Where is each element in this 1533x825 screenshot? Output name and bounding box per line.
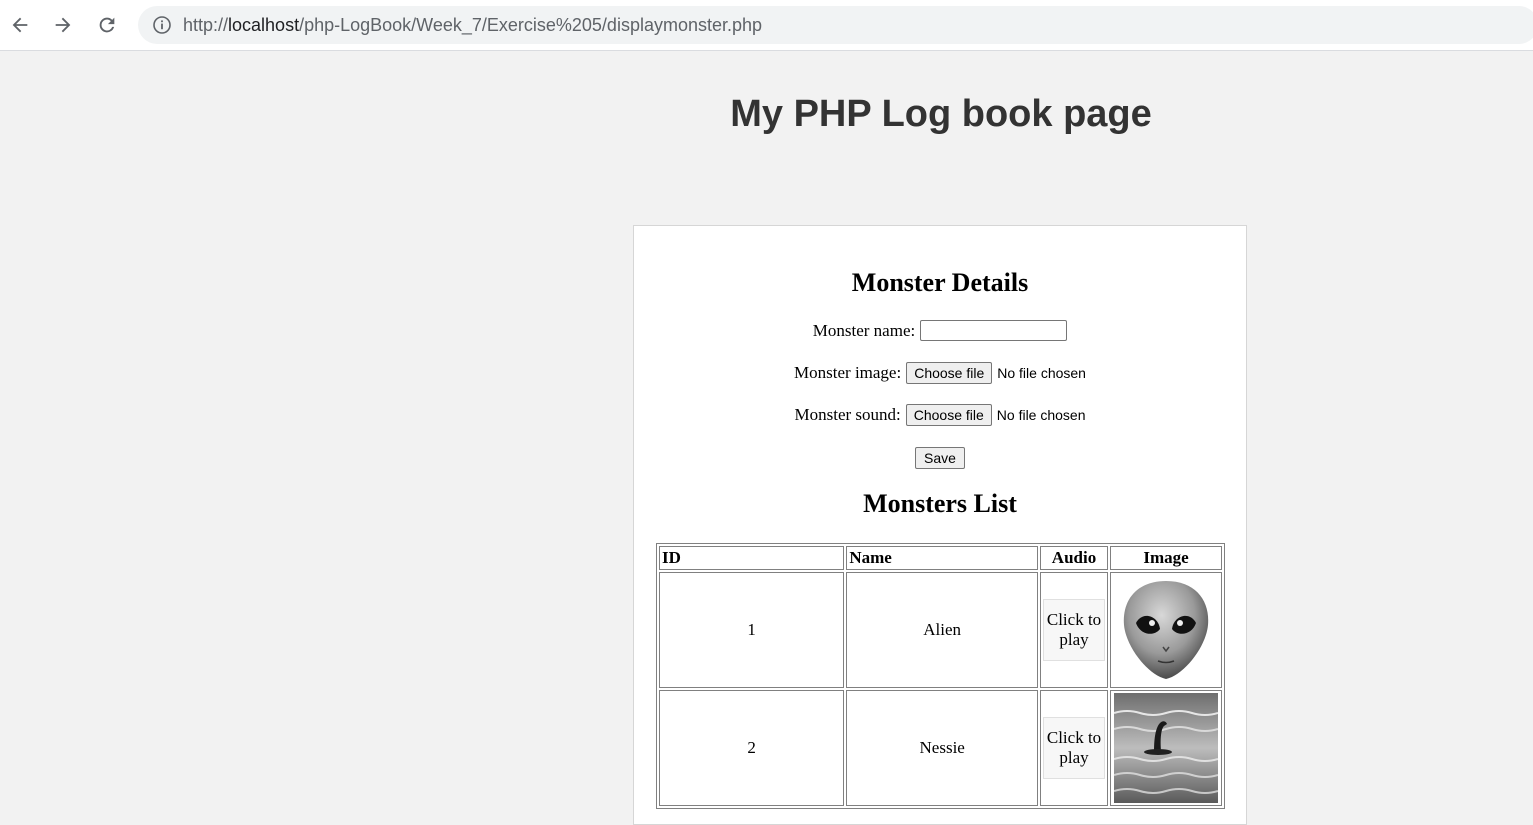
address-bar[interactable]: http://localhost/php-LogBook/Week_7/Exer… <box>138 6 1533 44</box>
column-header-id: ID <box>659 546 845 570</box>
forward-button[interactable] <box>47 9 79 41</box>
monster-sound-status: No file chosen <box>996 407 1086 423</box>
monster-image-row: Monster image: Choose file No file chose… <box>634 362 1246 384</box>
monster-name-label: Monster name: <box>812 320 916 340</box>
monster-sound-choose-button[interactable]: Choose file <box>905 404 992 426</box>
save-row: Save <box>634 447 1246 469</box>
monster-image-status: No file chosen <box>997 365 1086 381</box>
reload-button[interactable] <box>91 9 123 41</box>
table-row: 2 Nessie Click to play <box>659 690 1222 806</box>
row-audio-cell: Click to play <box>1040 572 1109 688</box>
tab-strip-edge <box>1248 0 1533 3</box>
arrow-left-icon <box>12 17 28 33</box>
monster-image-choose-button[interactable]: Choose file <box>906 362 993 384</box>
url-path: /php-LogBook/Week_7/Exercise%205/display… <box>299 14 763 35</box>
play-audio-button[interactable]: Click to play <box>1043 717 1106 779</box>
monster-details-heading: Monster Details <box>851 268 1029 297</box>
alien-head-image <box>1114 575 1218 685</box>
row-name-cell: Alien <box>846 572 1039 688</box>
play-audio-button[interactable]: Click to play <box>1043 599 1106 661</box>
monster-name-row: Monster name: <box>634 320 1246 341</box>
loch-ness-monster-image <box>1114 693 1218 803</box>
url-host: localhost <box>228 14 300 35</box>
monsters-table: ID Name Audio Image 1 Alien Click to pla… <box>656 543 1225 809</box>
monsters-list-heading: Monsters List <box>863 489 1017 518</box>
table-header-row: ID Name Audio Image <box>659 546 1222 570</box>
tab-strip-edge <box>920 0 990 3</box>
row-id-cell: 2 <box>659 690 845 806</box>
back-button[interactable] <box>4 9 36 41</box>
row-image-cell <box>1110 572 1222 688</box>
table-row: 1 Alien Click to play <box>659 572 1222 688</box>
arrow-right-icon <box>55 17 71 33</box>
row-audio-cell: Click to play <box>1040 690 1109 806</box>
url-scheme: http:// <box>183 14 229 35</box>
monster-sound-label: Monster sound: <box>794 405 901 424</box>
monster-image-label: Monster image: <box>794 363 902 382</box>
page-title: My PHP Log book page <box>730 93 1152 135</box>
monster-panel: Monster Details Monster name: Monster im… <box>633 225 1247 825</box>
column-header-name: Name <box>846 546 1039 570</box>
reload-icon <box>99 17 115 33</box>
save-button[interactable]: Save <box>915 447 965 469</box>
row-name-cell: Nessie <box>846 690 1039 806</box>
info-circle-icon[interactable] <box>152 15 172 35</box>
row-image-cell <box>1110 690 1222 806</box>
monster-name-input[interactable] <box>920 320 1068 341</box>
row-id-cell: 1 <box>659 572 845 688</box>
browser-toolbar: http://localhost/php-LogBook/Week_7/Exer… <box>0 0 1533 51</box>
column-header-image: Image <box>1110 546 1222 570</box>
monster-sound-row: Monster sound: Choose file No file chose… <box>634 404 1246 426</box>
url-text[interactable]: http://localhost/php-LogBook/Week_7/Exer… <box>183 15 762 36</box>
column-header-audio: Audio <box>1040 546 1109 570</box>
